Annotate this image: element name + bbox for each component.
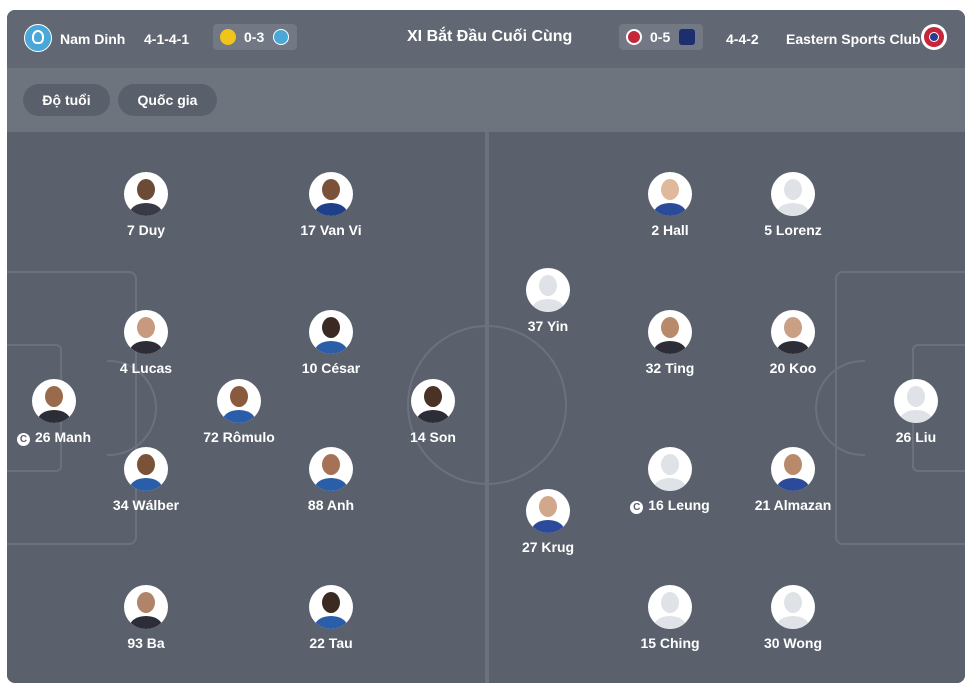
- player-photo: [124, 172, 168, 216]
- player-label: 17 Van Vi: [300, 222, 362, 238]
- player-label: 27 Krug: [521, 539, 575, 555]
- away-formation: 4-4-2: [726, 31, 759, 47]
- player-photo: [124, 310, 168, 354]
- player-photo: [309, 585, 353, 629]
- player-label: 20 Koo: [769, 360, 817, 376]
- player-label: 14 Son: [410, 429, 456, 445]
- opponent-logo-icon: [220, 29, 236, 45]
- player-photo: [648, 310, 692, 354]
- player-photo: [309, 310, 353, 354]
- opponent-logo-icon: [679, 29, 695, 45]
- lineup-header: Nam Dinh 4-1-4-1 0-3 XI Bắt Đầu Cuối Cùn…: [7, 10, 965, 69]
- player-label: 34 Wálber: [112, 497, 180, 513]
- player-photo: [648, 172, 692, 216]
- nam-dinh-logo-icon[interactable]: [24, 24, 52, 52]
- captain-badge: C: [630, 501, 644, 514]
- player-label: 10 César: [301, 360, 361, 376]
- player-label: 22 Tau: [309, 635, 353, 651]
- away-last-score: 0-5: [650, 29, 671, 45]
- player-photo: [32, 379, 76, 423]
- eastern-sc-logo-icon[interactable]: [921, 24, 947, 50]
- avatar-placeholder-icon: [894, 379, 938, 423]
- player-photo: [217, 379, 261, 423]
- home-team-name[interactable]: Nam Dinh: [60, 31, 125, 47]
- away-last-match[interactable]: 0-5: [619, 24, 703, 50]
- home-last-match[interactable]: 0-3: [213, 24, 297, 50]
- avatar-placeholder-icon: [648, 585, 692, 629]
- eastern-mini-icon: [626, 29, 642, 45]
- player-label: 5 Lorenz: [764, 222, 822, 238]
- lineup-card: Nam Dinh 4-1-4-1 0-3 XI Bắt Đầu Cuối Cùn…: [7, 10, 965, 683]
- tab-nationality[interactable]: Quốc gia: [118, 84, 217, 116]
- player-label: 88 Anh: [307, 497, 355, 513]
- avatar-placeholder-icon: [771, 172, 815, 216]
- player-label: 93 Ba: [127, 635, 165, 651]
- player-label: 30 Wong: [763, 635, 823, 651]
- away-team-name[interactable]: Eastern Sports Club: [786, 31, 921, 47]
- player-label: 4 Lucas: [119, 360, 173, 376]
- tab-age[interactable]: Độ tuổi: [23, 84, 110, 116]
- player-photo: [309, 172, 353, 216]
- avatar-placeholder-icon: [771, 585, 815, 629]
- player-label: 72 Rômulo: [203, 429, 275, 445]
- home-formation: 4-1-4-1: [144, 31, 190, 47]
- nam-dinh-mini-icon: [273, 29, 289, 45]
- player-photo: [124, 585, 168, 629]
- player-photo: [526, 489, 570, 533]
- player-label: C 26 Manh: [7, 429, 129, 446]
- player-label: 7 Duy: [126, 222, 166, 238]
- avatar-placeholder-icon: [648, 447, 692, 491]
- player-photo: [771, 310, 815, 354]
- home-last-score: 0-3: [244, 29, 265, 45]
- player-label: 26 Liu: [895, 429, 937, 445]
- player-photo: [124, 447, 168, 491]
- player-label: 37 Yin: [527, 318, 569, 334]
- player-photo: [309, 447, 353, 491]
- avatar-placeholder-icon: [526, 268, 570, 312]
- captain-badge: C: [16, 433, 30, 446]
- player-photo: [411, 379, 455, 423]
- player-photo: [771, 447, 815, 491]
- page-title: XI Bắt Đầu Cuối Cùng: [407, 28, 573, 45]
- player-label: 21 Almazan: [754, 497, 832, 513]
